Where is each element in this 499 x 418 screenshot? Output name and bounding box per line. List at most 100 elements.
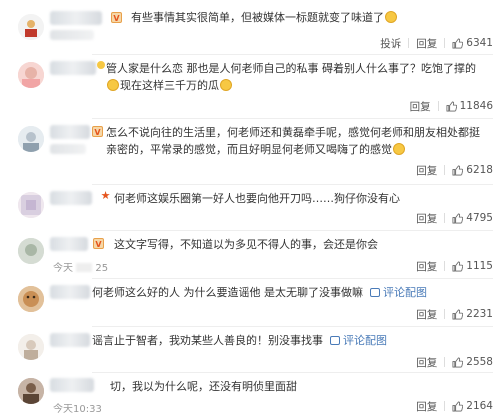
like-count: 11846 xyxy=(459,100,493,112)
username-blurred[interactable] xyxy=(50,285,90,299)
username-blurred[interactable] xyxy=(50,125,90,139)
comment-item: V 这文字写得，不知道以为多见不得人的事，会还是你会 今天 25 回复 1115 xyxy=(0,234,499,274)
thumbs-up-icon xyxy=(446,101,457,111)
comment-item: 切，我以为什么呢，还没有明侦里面甜 今天10:33 回复 2164 xyxy=(0,376,499,418)
comment-divider xyxy=(92,230,493,231)
comment-actions: 回复 11846 xyxy=(403,98,493,114)
like-count: 4795 xyxy=(466,212,493,224)
like-count: 2558 xyxy=(466,356,493,368)
like-button[interactable]: 4795 xyxy=(445,212,493,224)
comment-text: 管人家是什么恋 那也是人何老师自己的私事 碍着别人什么事了？吃饱了撑的现在这样三… xyxy=(106,60,485,94)
thumbs-up-icon xyxy=(452,213,464,223)
comment-divider xyxy=(92,372,493,373)
comment-text-main: 何老师这娱乐圈第一好人也要向他开刀吗……狗仔你没有心 xyxy=(114,192,400,205)
image-icon[interactable] xyxy=(329,336,340,345)
comment-divider xyxy=(92,118,493,119)
avatar[interactable] xyxy=(18,378,44,404)
thumbs-up-icon xyxy=(452,261,464,271)
reply-button[interactable]: 回复 xyxy=(409,355,444,370)
reply-button[interactable]: 回复 xyxy=(409,399,444,414)
username-blurred[interactable] xyxy=(50,61,96,75)
timestamp-minute: 25 xyxy=(95,263,109,274)
comment-text: 何老师这娱乐圈第一好人也要向他开刀吗……狗仔你没有心 xyxy=(114,190,485,207)
emoji-icon xyxy=(385,11,397,23)
like-button[interactable]: 2164 xyxy=(445,400,493,412)
comment-text: 这文字写得，不知道以为多见不得人的事，会还是你会 xyxy=(114,236,485,253)
verified-icon: V xyxy=(93,238,104,249)
like-button[interactable]: 2558 xyxy=(445,356,493,368)
avatar[interactable] xyxy=(18,192,44,218)
comment-item: 管人家是什么恋 那也是人何老师自己的私事 碍着别人什么事了？吃饱了撑的现在这样三… xyxy=(0,58,499,116)
username-blurred[interactable] xyxy=(50,378,94,392)
like-count: 6218 xyxy=(466,164,493,176)
comment-item: V 有些事情其实很简单，但被媒体一标题就变了味道了 投诉 回复 6341 xyxy=(0,6,499,50)
like-count: 1115 xyxy=(466,260,493,272)
report-button[interactable]: 投诉 xyxy=(373,36,408,51)
avatar[interactable] xyxy=(18,286,44,312)
comment-text: 谣言止于智者，我劝某些人善良的！别没事找事 评论配图 xyxy=(92,332,485,349)
reply-button[interactable]: 回复 xyxy=(403,99,438,114)
avatar[interactable] xyxy=(18,62,44,88)
like-count: 2231 xyxy=(466,308,493,320)
verified-icon: V xyxy=(92,126,103,137)
comment-actions: 回复 2558 xyxy=(409,354,493,370)
like-count: 2164 xyxy=(466,400,493,412)
comment-text-main: 切，我以为什么呢，还没有明侦里面甜 xyxy=(110,380,297,393)
comment-item: ★ 何老师这娱乐圈第一好人也要向他开刀吗……狗仔你没有心 回复 4795 xyxy=(0,188,499,228)
emoji-icon xyxy=(393,143,405,155)
thumbs-up-icon xyxy=(452,38,464,48)
timestamp-blurred xyxy=(76,263,93,272)
reply-button[interactable]: 回复 xyxy=(409,307,444,322)
comment-actions: 回复 2164 xyxy=(409,398,493,414)
timestamp: 今天10:33 xyxy=(53,404,102,415)
comment-text: 何老师这么好的人 为什么要造谣他 是太无聊了没事做嘛 评论配图 xyxy=(92,284,485,301)
image-icon[interactable] xyxy=(369,288,380,297)
username-blurred[interactable] xyxy=(50,191,92,205)
star-icon: ★ xyxy=(100,189,111,202)
like-count: 6341 xyxy=(466,37,493,49)
comment-text-main: 有些事情其实很简单，但被媒体一标题就变了味道了 xyxy=(131,11,384,24)
user-meta-blurred xyxy=(50,144,86,154)
username-blurred[interactable] xyxy=(50,333,90,347)
comment-actions: 投诉 回复 6341 xyxy=(373,35,493,51)
reply-button[interactable]: 回复 xyxy=(409,211,444,226)
thumbs-up-icon xyxy=(452,309,464,319)
comment-actions: 回复 6218 xyxy=(409,162,493,178)
comment-divider xyxy=(92,54,493,55)
timestamp-day: 今天 xyxy=(53,263,73,274)
comment-actions: 回复 4795 xyxy=(409,210,493,226)
reply-button[interactable]: 回复 xyxy=(409,163,444,178)
emoji-icon xyxy=(97,61,105,69)
verified-icon: V xyxy=(111,12,122,23)
comment-divider xyxy=(92,326,493,327)
avatar[interactable] xyxy=(18,14,44,40)
reply-button[interactable]: 回复 xyxy=(409,36,444,51)
like-button[interactable]: 6218 xyxy=(445,164,493,176)
avatar[interactable] xyxy=(18,126,44,152)
comment-image-link[interactable]: 评论配图 xyxy=(383,286,427,299)
comment-text: 有些事情其实很简单，但被媒体一标题就变了味道了 xyxy=(131,9,485,26)
comment-text-main: 怎么不说向往的生活里，何老师还和黄磊牵手呢，感觉何老师和朋友相处都挺亲密的，平常… xyxy=(106,126,480,156)
comment-divider xyxy=(92,184,493,185)
comment-image-link[interactable]: 评论配图 xyxy=(343,334,387,347)
like-button[interactable]: 11846 xyxy=(439,100,493,112)
thumbs-up-icon xyxy=(452,357,464,367)
username-blurred[interactable] xyxy=(50,237,88,251)
comment-text-main: 何老师这么好的人 为什么要造谣他 是太无聊了没事做嘛 xyxy=(92,286,363,299)
comment-text-main: 管人家是什么恋 那也是人何老师自己的私事 碍着别人什么事了？吃饱了撑的 xyxy=(106,62,476,75)
avatar[interactable] xyxy=(18,334,44,360)
avatar[interactable] xyxy=(18,238,44,264)
reply-button[interactable]: 回复 xyxy=(409,259,444,274)
timestamp: 今天 25 xyxy=(53,259,108,274)
emoji-icon xyxy=(107,79,119,91)
emoji-icon xyxy=(220,79,232,91)
comment-item: 何老师这么好的人 为什么要造谣他 是太无聊了没事做嘛 评论配图 回复 2231 xyxy=(0,282,499,322)
comment-divider xyxy=(92,278,493,279)
comment-actions: 回复 1115 xyxy=(409,258,493,274)
comment-text-main: 谣言止于智者，我劝某些人善良的！别没事找事 xyxy=(92,334,323,347)
like-button[interactable]: 2231 xyxy=(445,308,493,320)
comment-actions: 回复 2231 xyxy=(409,306,493,322)
like-button[interactable]: 6341 xyxy=(445,37,493,49)
username-blurred[interactable] xyxy=(50,11,102,25)
like-button[interactable]: 1115 xyxy=(445,260,493,272)
